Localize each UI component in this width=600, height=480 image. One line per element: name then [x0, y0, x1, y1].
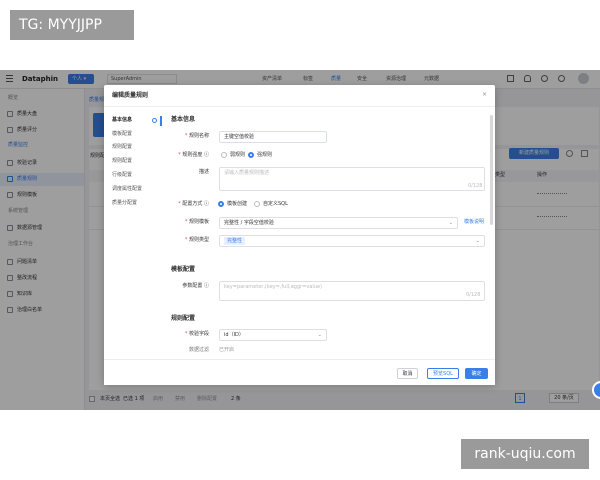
- weak-rule-label: 弱规则: [230, 152, 246, 158]
- section-template-config: 模板配置: [171, 266, 196, 273]
- chevron-down-icon: ⌄: [448, 220, 453, 226]
- template-create-radio[interactable]: [218, 201, 224, 207]
- custom-sql-radio[interactable]: [254, 201, 260, 207]
- ok-button[interactable]: 确定: [465, 368, 488, 379]
- check-field-value: id（ID）: [224, 332, 244, 338]
- rule-type-label-text: 规则类型: [188, 237, 209, 243]
- anchor-nav-item[interactable]: 行级配置: [112, 172, 132, 179]
- rule-name-input[interactable]: 主键空值校验: [219, 131, 327, 143]
- rule-type-select[interactable]: 完整性 ⌄: [219, 235, 485, 247]
- info-icon: ⓘ: [203, 152, 209, 158]
- watermark-tag-top-left: TG: MYYJJPP: [10, 10, 134, 40]
- filter-label: 数据过滤: [188, 347, 209, 353]
- anchor-nav-item-basic[interactable]: 基本信息: [112, 117, 132, 124]
- dialog-scrollbar[interactable]: [490, 115, 493, 225]
- dialog-divider: [104, 106, 495, 107]
- filter-toggle[interactable]: 已开启: [219, 347, 234, 354]
- info-icon: ⓘ: [203, 283, 209, 289]
- rule-type-tag: 完整性: [224, 237, 246, 245]
- custom-sql-label: 自定义SQL: [263, 201, 288, 207]
- strong-rule-radio[interactable]: [248, 152, 254, 158]
- description-textarea[interactable]: 请输入质量规则描述: [219, 167, 485, 191]
- anchor-indicator-bar: [160, 116, 162, 126]
- section-rule-config: 规则配置: [171, 315, 196, 322]
- rule-strength-label: * 规则强度 ⓘ: [178, 152, 209, 158]
- dialog-title: 编辑质量规则: [112, 92, 149, 99]
- rule-template-label: * 规则模板: [184, 219, 209, 225]
- rule-name-label: * 规则名称: [184, 133, 209, 139]
- anchor-nav-item[interactable]: 调度属性配置: [112, 186, 142, 193]
- check-field-select[interactable]: id（ID） ⌄: [219, 329, 327, 341]
- rule-name-label-text: 规则名称: [188, 133, 209, 139]
- anchor-nav-item[interactable]: 规则配置: [112, 158, 132, 165]
- rule-template-value: 完整性 / 字段空值校验: [224, 220, 274, 226]
- anchor-nav-item[interactable]: 模板配置: [112, 131, 132, 138]
- dialog-footer: 取消 预览SQL 确定: [104, 359, 495, 385]
- template-help-link[interactable]: 模板说明: [464, 219, 484, 226]
- description-counter: 0/128: [468, 183, 483, 189]
- rule-strength-label-text: 规则强度: [182, 152, 203, 158]
- params-label: 参数配置 ⓘ: [157, 283, 209, 290]
- check-field-label-text: 校验字段: [188, 331, 209, 337]
- params-textarea[interactable]: key=parameter,(key=,full,aggr=value): [219, 281, 485, 301]
- description-label: 描述: [198, 169, 209, 175]
- section-basic-info: 基本信息: [171, 116, 196, 123]
- rule-template-select[interactable]: 完整性 / 字段空值校验 ⌄: [219, 217, 458, 229]
- close-icon[interactable]: ×: [482, 91, 487, 99]
- preview-sql-button[interactable]: 预览SQL: [427, 368, 459, 379]
- params-label-text: 参数配置: [182, 283, 203, 289]
- params-placeholder: key=parameter,(key=,full,aggr=value): [224, 284, 322, 290]
- params-counter: 0/128: [466, 292, 481, 298]
- anchor-indicator-icon: [152, 118, 157, 123]
- anchor-nav-item[interactable]: 质量分配置: [112, 200, 137, 207]
- chevron-down-icon: ⌄: [317, 332, 322, 338]
- info-icon: ⓘ: [203, 201, 209, 207]
- chevron-down-icon: ⌄: [475, 238, 480, 244]
- config-mode-label: * 配置方式 ⓘ: [178, 201, 209, 207]
- anchor-nav: 基本信息 模板配置 规则配置 规则配置 行级配置 调度属性配置 质量分配置: [104, 107, 162, 357]
- description-placeholder: 请输入质量规则描述: [224, 170, 270, 176]
- weak-rule-radio[interactable]: [221, 152, 227, 158]
- check-field-label: * 校验字段: [184, 331, 209, 337]
- cancel-button[interactable]: 取消: [397, 368, 418, 379]
- rule-template-label-text: 规则模板: [188, 219, 209, 225]
- edit-rule-dialog: 编辑质量规则 × 基本信息 模板配置 规则配置 规则配置 行级配置 调度属性配置…: [104, 85, 495, 385]
- strong-rule-label: 强规则: [257, 152, 273, 158]
- config-mode-label-text: 配置方式: [182, 201, 203, 207]
- rule-type-label: * 规则类型: [184, 237, 209, 243]
- watermark-tag-bottom-right: rank-uqiu.com: [461, 439, 589, 469]
- template-create-label: 模板创建: [227, 201, 248, 207]
- anchor-nav-item[interactable]: 规则配置: [112, 144, 132, 151]
